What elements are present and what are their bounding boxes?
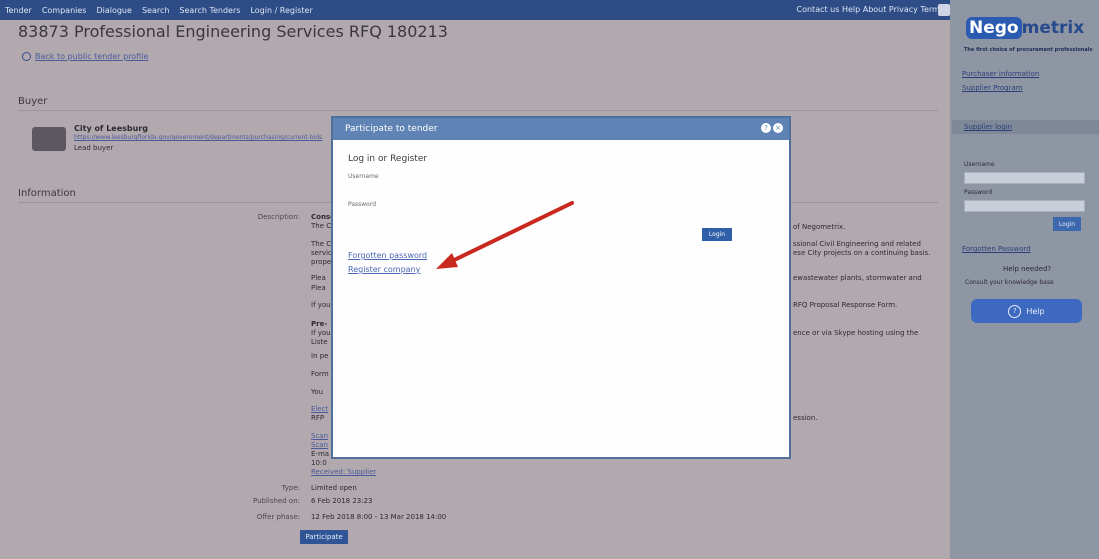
help-button-label: Help	[1026, 306, 1045, 316]
description-fragment: In pe	[311, 352, 329, 360]
description-fragment: prope	[311, 258, 332, 266]
description-fragment: The C	[311, 222, 332, 230]
nav-item-search[interactable]: Search	[142, 6, 169, 15]
description-fragment: Liste	[311, 338, 328, 346]
modal-username-label: Username	[348, 173, 379, 180]
description-fragment: RFQ Proposal Response Form.	[793, 301, 898, 309]
logo-box: Nego	[966, 17, 1022, 39]
description-fragment: If you	[311, 301, 331, 309]
description-fragment: You	[311, 388, 324, 396]
description-label: Description:	[257, 213, 300, 221]
nav-item-login[interactable]: Login / Register	[250, 6, 312, 15]
supplier-login-bar: Supplier login	[952, 120, 1099, 134]
description-fragment: ese City projects on a continuing basis.	[793, 249, 931, 257]
nav-item-search-tenders[interactable]: Search Tenders	[179, 6, 240, 15]
modal-login-button[interactable]: Login	[702, 228, 732, 241]
help-icon: ?	[1008, 304, 1022, 318]
sidebar-forgot-link[interactable]: Forgotten Password	[962, 245, 1031, 253]
description-fragment: E-ma	[311, 450, 330, 458]
nav-item-companies[interactable]: Companies	[42, 6, 87, 15]
modal-heading: Log in or Register	[348, 154, 428, 164]
description-fragment: Elect	[311, 405, 329, 413]
forgotten-password-link[interactable]: Forgotten password	[348, 251, 427, 260]
logo-text: metrix	[1021, 18, 1085, 38]
sidebar-password-label: Password	[964, 189, 993, 196]
description-fragment: ence or via Skype hosting using the	[793, 329, 919, 337]
back-link-text[interactable]: Back to public tender profile	[35, 52, 148, 61]
modal-header: Participate to tender ? ×	[333, 118, 789, 140]
published-label: Published on:	[252, 497, 300, 505]
help-icon[interactable]: ?	[761, 123, 771, 133]
negometrix-logo: Nego metrix	[966, 17, 1085, 39]
description-fragment: Plea	[311, 284, 326, 292]
sidebar-link-supplier[interactable]: Supplier Program	[962, 84, 1023, 92]
participate-modal: Participate to tender ? × Log in or Regi…	[331, 116, 791, 459]
help-description: Consult your knowledge base	[965, 279, 1054, 286]
description-fragment: Scan	[311, 432, 329, 440]
sidebar-username-label: Username	[964, 161, 995, 168]
top-nav-bar: Tender Companies Dialogue Search Search …	[0, 0, 950, 20]
nav-right-links[interactable]: Contact us Help About Privacy Terms	[797, 5, 945, 14]
description-fragment: The C	[311, 240, 332, 248]
description-fragment: Plea	[311, 274, 326, 282]
supplier-login-title[interactable]: Supplier login	[964, 123, 1012, 131]
description-fragment: RFP	[311, 414, 325, 422]
description-fragment: Form	[311, 370, 329, 378]
description-fragment: If you	[311, 329, 331, 337]
description-fragment: Pre-	[311, 320, 328, 328]
sidebar-password-input[interactable]	[964, 200, 1085, 212]
nav-item-tender[interactable]: Tender	[5, 6, 32, 15]
modal-title: Participate to tender	[345, 124, 438, 134]
buyer-heading: Buyer	[18, 96, 48, 107]
help-button[interactable]: ? Help	[971, 299, 1082, 323]
offer-phase-value: 12 Feb 2018 8:00 - 13 Mar 2018 14:00	[311, 513, 447, 521]
help-question: Help needed?	[1003, 265, 1052, 273]
offer-phase-label: Offer phase:	[256, 513, 300, 521]
page-title: 83873 Professional Engineering Services …	[18, 22, 448, 41]
back-link[interactable]: Back to public tender profile	[22, 52, 148, 61]
description-fragment: 10:0	[311, 459, 327, 467]
close-icon[interactable]: ×	[773, 123, 783, 133]
buyer-url-link[interactable]: https://www.leesburgflorida.gov/governme…	[74, 134, 322, 141]
description-fragment: of Negometrix.	[793, 223, 846, 231]
nav-item-dialogue[interactable]: Dialogue	[96, 6, 131, 15]
type-label: Type:	[281, 484, 300, 492]
buyer-role: Lead buyer	[74, 144, 114, 152]
description-fragment: Scan	[311, 441, 329, 449]
participate-button[interactable]: Participate	[300, 530, 348, 544]
tagline: The first choice of procurement professi…	[964, 47, 1093, 53]
sidebar-login-button[interactable]: Login	[1053, 217, 1081, 231]
register-company-link[interactable]: Register company	[348, 265, 420, 274]
description-fragment: ssional Civil Engineering and related	[793, 240, 921, 248]
description-fragment: ewastewater plants, stormwater and	[793, 274, 922, 282]
description-fragment: servic	[311, 249, 332, 257]
information-heading: Information	[18, 188, 76, 199]
modal-password-label: Password	[348, 201, 377, 208]
published-value: 6 Feb 2018 23:23	[311, 497, 373, 505]
back-icon	[22, 52, 31, 61]
type-value: Limited open	[311, 484, 357, 492]
sidebar-username-input[interactable]	[964, 172, 1085, 184]
divider	[18, 110, 938, 111]
annotation-arrow-icon	[436, 201, 574, 269]
modal-username-input[interactable]	[348, 182, 692, 194]
description-fragment: ession.	[793, 414, 818, 422]
buyer-name: City of Leesburg	[74, 124, 149, 133]
close-icon[interactable]	[938, 4, 950, 16]
buyer-logo	[32, 127, 66, 151]
description-fragment[interactable]: Received: Supplier	[311, 468, 376, 476]
sidebar-link-purchaser[interactable]: Purchaser information	[962, 70, 1039, 78]
